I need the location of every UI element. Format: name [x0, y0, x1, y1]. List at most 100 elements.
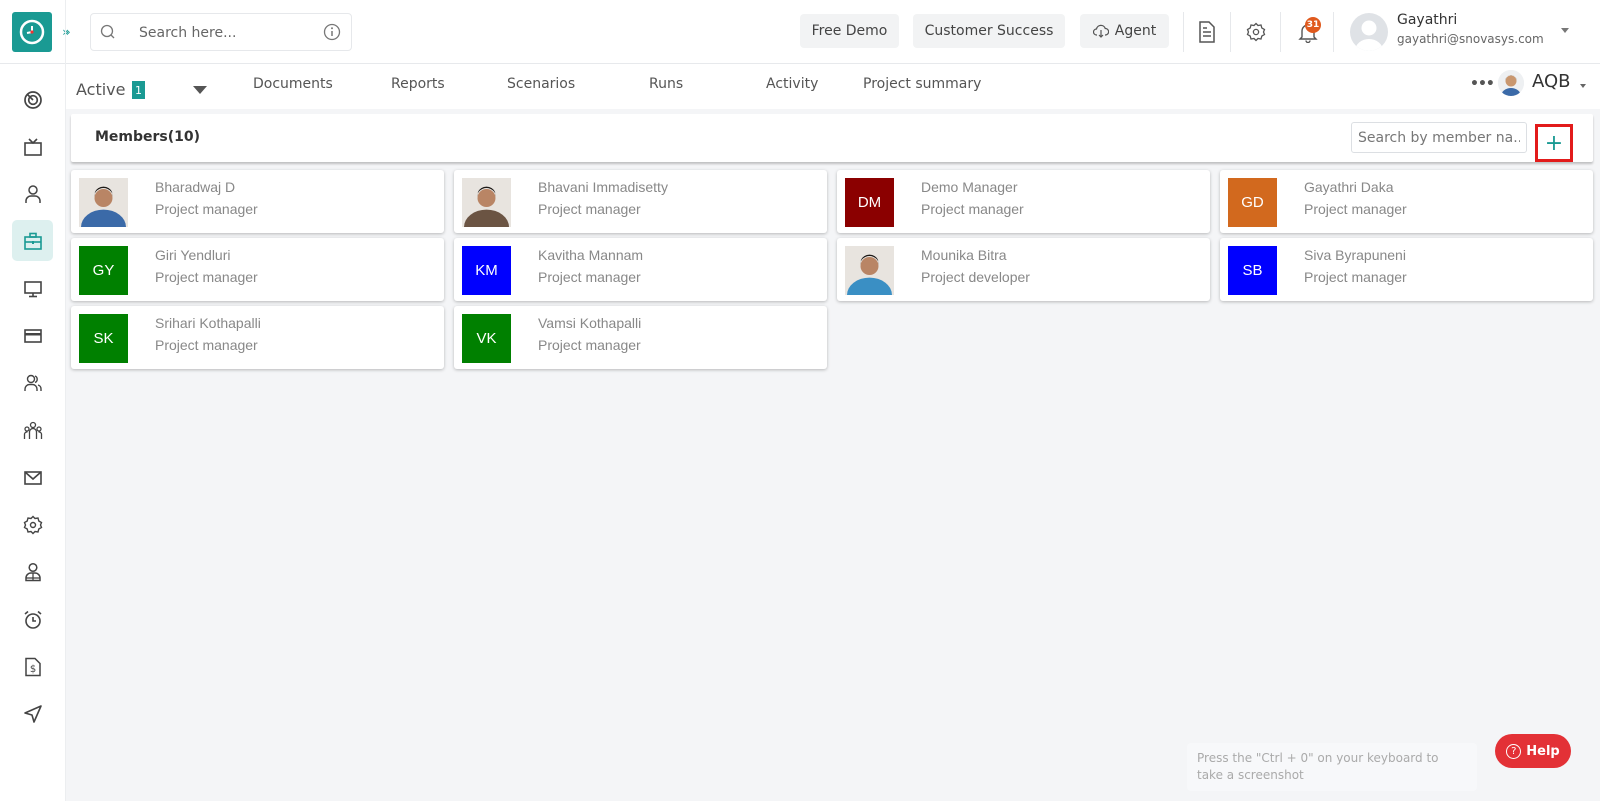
user-badge-icon — [24, 562, 41, 581]
user-name[interactable]: Gayathri — [1397, 12, 1457, 28]
divider — [1183, 12, 1184, 52]
project-avatar[interactable] — [1498, 70, 1524, 96]
plus-icon: + — [1544, 130, 1564, 156]
dashboard-icon — [23, 90, 42, 109]
sidebar-item-mail[interactable] — [12, 457, 53, 498]
send-icon — [23, 704, 42, 723]
member-card[interactable]: SK Srihari Kothapalli Project manager — [71, 306, 444, 369]
sidebar-item-settings[interactable] — [12, 504, 53, 545]
divider — [1230, 12, 1231, 52]
user-placeholder-icon — [1355, 20, 1383, 51]
sidebar-item-send[interactable] — [12, 693, 53, 734]
briefcase-icon — [23, 232, 42, 250]
member-name: Bhavani Immadisetty — [538, 179, 668, 195]
member-name: Giri Yendluri — [155, 247, 231, 263]
member-card[interactable]: Bharadwaj D Project manager — [71, 170, 444, 233]
sidebar: $ — [0, 64, 65, 801]
sidebar-item-team[interactable] — [12, 410, 53, 451]
member-card[interactable]: Mounika Bitra Project developer — [837, 238, 1210, 301]
member-search-input[interactable] — [1351, 122, 1527, 153]
member-role: Project manager — [538, 337, 641, 353]
member-name: Mounika Bitra — [921, 247, 1007, 263]
free-demo-label: Free Demo — [811, 23, 888, 39]
sidebar-item-tv[interactable] — [12, 126, 53, 167]
agent-button[interactable]: Agent — [1080, 14, 1169, 48]
document-icon[interactable] — [1195, 20, 1219, 44]
member-card[interactable]: SB Siva Byrapuneni Project manager — [1220, 238, 1593, 301]
status-count-badge: 1 — [132, 81, 145, 99]
member-card[interactable]: KM Kavitha Mannam Project manager — [454, 238, 827, 301]
help-question-icon: ? — [1506, 743, 1522, 759]
member-photo — [845, 246, 894, 295]
project-dropdown-caret-icon[interactable] — [1580, 84, 1586, 88]
sidebar-item-timesheet[interactable] — [12, 599, 53, 640]
members-title: Members(10) — [95, 129, 201, 145]
gear-icon — [23, 515, 42, 534]
project-subnav: Active 1 Documents Reports Scenarios Run… — [66, 64, 1600, 109]
member-card[interactable]: GY Giri Yendluri Project manager — [71, 238, 444, 301]
member-role: Project manager — [1304, 269, 1407, 285]
tab-reports[interactable]: Reports — [391, 76, 445, 92]
more-options-icon[interactable]: ••• — [1470, 76, 1495, 92]
sidebar-item-invoices[interactable]: $ — [12, 646, 53, 687]
top-bar: ››› Free Demo Customer Success Agent — [0, 0, 1600, 64]
member-card[interactable]: Bhavani Immadisetty Project manager — [454, 170, 827, 233]
members-header: Members(10) + — [71, 114, 1593, 162]
member-role: Project manager — [538, 269, 641, 285]
member-card[interactable]: DM Demo Manager Project manager — [837, 170, 1210, 233]
member-name: Vamsi Kothapalli — [538, 315, 642, 331]
sidebar-item-dashboard[interactable] — [12, 79, 53, 120]
member-name: Demo Manager — [921, 179, 1018, 195]
status-dropdown-caret-icon[interactable] — [193, 86, 207, 94]
user-menu-caret-icon[interactable] — [1561, 28, 1569, 33]
member-name: Siva Byrapuneni — [1304, 247, 1406, 263]
project-code[interactable]: AQB — [1532, 71, 1571, 92]
mail-icon — [23, 470, 42, 485]
sidebar-item-profile[interactable] — [12, 551, 53, 592]
tv-icon — [23, 137, 42, 156]
member-role: Project developer — [921, 269, 1030, 285]
sidebar-item-user[interactable] — [12, 173, 53, 214]
notification-count-badge: 31 — [1305, 17, 1321, 33]
user-icon — [24, 184, 41, 203]
member-role: Project manager — [155, 269, 258, 285]
member-photo — [79, 178, 128, 227]
member-card[interactable]: GD Gayathri Daka Project manager — [1220, 170, 1593, 233]
global-search-input[interactable] — [139, 22, 319, 44]
tab-scenarios[interactable]: Scenarios — [507, 76, 575, 92]
user-avatar[interactable] — [1350, 13, 1388, 51]
member-role: Project manager — [155, 337, 258, 353]
tab-activity[interactable]: Activity — [766, 76, 818, 92]
invoice-icon: $ — [24, 657, 41, 676]
global-search — [90, 13, 352, 51]
app-logo[interactable] — [12, 12, 52, 52]
sidebar-item-users[interactable] — [12, 362, 53, 403]
team-icon — [23, 421, 42, 439]
credit-card-icon — [23, 328, 42, 343]
member-role: Project manager — [538, 201, 641, 217]
users-icon — [23, 374, 42, 391]
tab-runs[interactable]: Runs — [649, 76, 683, 92]
add-member-button[interactable]: + — [1535, 124, 1573, 162]
member-name: Kavitha Mannam — [538, 247, 644, 263]
free-demo-button[interactable]: Free Demo — [800, 14, 899, 48]
status-filter-label[interactable]: Active — [76, 80, 126, 99]
svg-text:$: $ — [29, 664, 35, 675]
sidebar-item-monitor[interactable] — [12, 268, 53, 309]
member-role: Project manager — [155, 201, 258, 217]
screenshot-hint: Press the "Ctrl + 0" on your keyboard to… — [1187, 743, 1477, 791]
customer-success-button[interactable]: Customer Success — [913, 14, 1065, 48]
tab-project-summary[interactable]: Project summary — [863, 76, 981, 92]
settings-gear-icon[interactable] — [1244, 20, 1268, 44]
tab-documents[interactable]: Documents — [253, 76, 333, 92]
member-card[interactable]: VK Vamsi Kothapalli Project manager — [454, 306, 827, 369]
member-initials-avatar: DM — [845, 178, 894, 227]
agent-label: Agent — [1114, 23, 1157, 39]
help-button[interactable]: ? Help — [1495, 734, 1571, 768]
divider — [1280, 12, 1281, 52]
sidebar-item-projects[interactable] — [12, 220, 53, 261]
search-icon — [100, 24, 115, 39]
info-icon[interactable] — [323, 23, 341, 41]
member-name: Srihari Kothapalli — [155, 315, 261, 331]
sidebar-item-billing[interactable] — [12, 315, 53, 356]
